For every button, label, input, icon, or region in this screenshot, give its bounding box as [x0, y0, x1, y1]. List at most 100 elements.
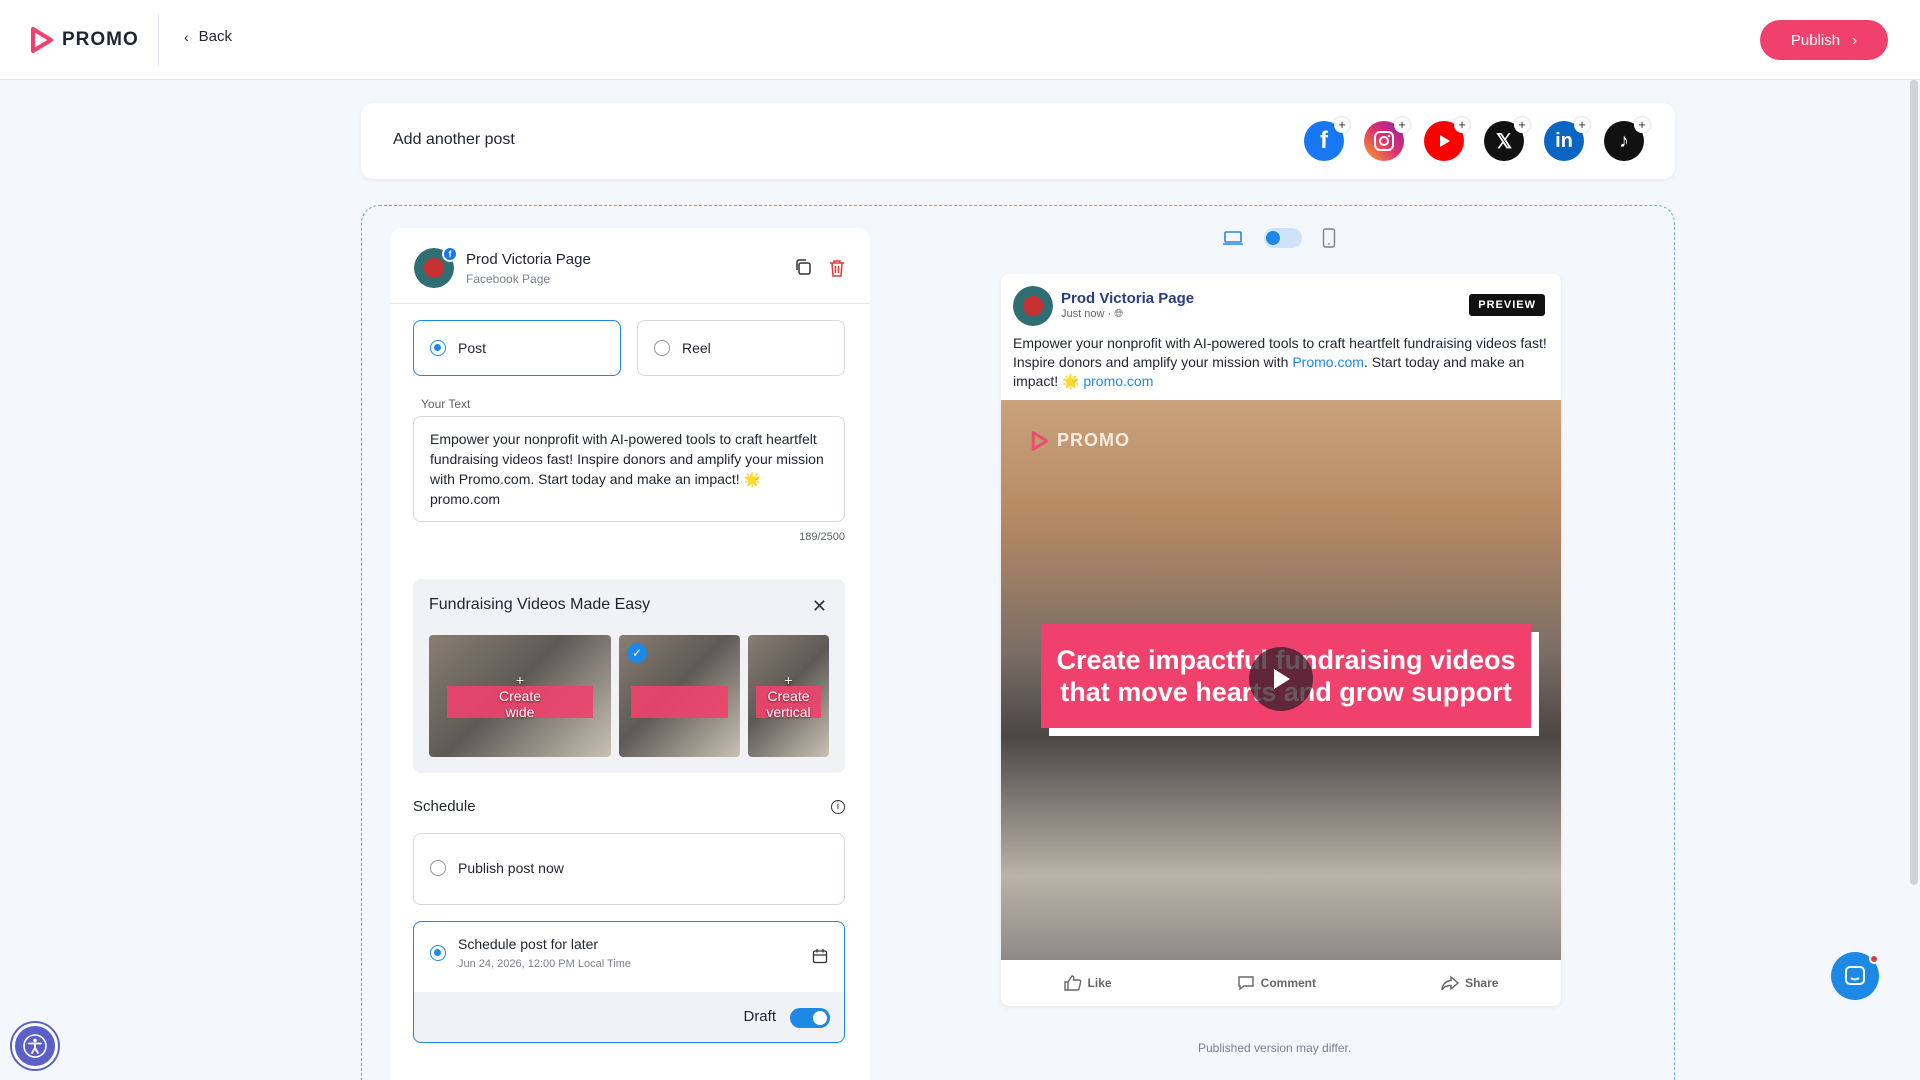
char-counter: 189/2500: [799, 531, 845, 543]
device-switch[interactable]: [1264, 228, 1302, 248]
plus-icon: +: [515, 672, 525, 688]
close-icon[interactable]: ✕: [812, 596, 827, 617]
video-logo: PROMO: [1031, 430, 1130, 451]
preview-device-toggle: [1222, 228, 1336, 248]
accessibility-icon: [23, 1034, 47, 1058]
preview-link-promo-lower[interactable]: promo.com: [1083, 373, 1153, 389]
promo-watermark-icon: [1031, 430, 1049, 451]
thumbnail-square[interactable]: ✓: [619, 635, 740, 757]
share-button[interactable]: Share: [1441, 975, 1498, 991]
video-logo-text: PROMO: [1057, 430, 1131, 450]
preview-disclaimer: Published version may differ.: [1198, 1041, 1352, 1055]
your-text-label: Your Text: [421, 397, 471, 411]
back-label: Back: [198, 28, 233, 45]
preview-link-promo[interactable]: Promo.com: [1292, 354, 1364, 370]
plus-icon: +: [784, 672, 793, 688]
calendar-icon[interactable]: [812, 948, 828, 964]
mobile-icon[interactable]: [1322, 228, 1336, 248]
post-type-post[interactable]: Post: [413, 320, 621, 376]
add-another-post-title: Add another post: [393, 131, 515, 148]
create-wide-overlay: + Create wide: [429, 635, 611, 757]
schedule-datetime: Jun 24, 2026, 12:00 PM Local Time: [458, 958, 632, 970]
youtube-icon[interactable]: +: [1424, 117, 1470, 161]
chevron-left-icon: ‹: [184, 28, 189, 45]
draft-toggle[interactable]: [790, 1008, 830, 1028]
media-section: Fundraising Videos Made Easy ✕ + Create …: [413, 579, 845, 773]
radio-selected[interactable]: [430, 945, 446, 961]
notification-dot: [1869, 954, 1879, 964]
preview-page-name: Prod Victoria Page: [1061, 290, 1195, 307]
preview-video[interactable]: PROMO Create impactful fundraising video…: [1001, 400, 1561, 960]
schedule-label: Schedule: [413, 798, 476, 815]
logo-text: PROMO: [62, 29, 139, 50]
schedule-later-option[interactable]: Schedule post for later Jun 24, 2026, 12…: [413, 921, 845, 1043]
radio-selected[interactable]: [430, 340, 446, 356]
schedule-later-label: Schedule post for later: [458, 936, 599, 952]
delete-icon[interactable]: [828, 258, 846, 278]
like-icon: [1063, 975, 1081, 991]
publish-now-option[interactable]: Publish post now: [413, 833, 845, 905]
facebook-badge-icon: f: [442, 246, 458, 262]
chevron-right-icon: ›: [1852, 31, 1858, 49]
linkedin-icon[interactable]: in +: [1544, 117, 1590, 161]
play-button[interactable]: [1249, 647, 1313, 711]
accessibility-button[interactable]: [12, 1023, 58, 1069]
divider: [390, 303, 870, 304]
add-another-post-card: Add another post f + + + 𝕏 + in + ♪ +: [361, 103, 1675, 179]
instagram-icon[interactable]: +: [1364, 117, 1410, 161]
info-icon[interactable]: i: [831, 800, 845, 814]
publish-now-row: Publish post now: [430, 860, 564, 876]
create-wide-line2: wide: [505, 704, 535, 720]
radio-unselected[interactable]: [654, 340, 670, 356]
like-button[interactable]: Like: [1063, 975, 1112, 991]
page-scrollbar[interactable]: [1910, 80, 1918, 885]
media-title: Fundraising Videos Made Easy: [429, 596, 651, 613]
preview-avatar: [1013, 286, 1053, 326]
comment-button[interactable]: Comment: [1237, 975, 1316, 991]
comment-label: Comment: [1260, 976, 1316, 990]
draft-label: Draft: [743, 1008, 776, 1025]
preview-badge: PREVIEW: [1469, 294, 1545, 316]
account-name: Prod Victoria Page: [466, 250, 591, 268]
tiktok-icon[interactable]: ♪ +: [1604, 117, 1650, 161]
like-label: Like: [1087, 976, 1112, 990]
create-vertical-overlay: + Create vertical: [748, 635, 829, 757]
checkmark-icon: ✓: [627, 643, 647, 663]
preview-actions: Like Comment Share: [1001, 960, 1561, 1006]
play-icon: [1274, 669, 1290, 689]
top-bar: PROMO ‹ Back Publish ›: [0, 0, 1920, 80]
comment-icon: [1237, 976, 1254, 991]
account-type: Facebook Page: [466, 271, 551, 286]
globe-icon: 🌐︎: [1114, 308, 1124, 320]
post-type-label: Reel: [682, 340, 711, 356]
back-button[interactable]: ‹ Back: [184, 28, 232, 45]
header-divider: [158, 14, 159, 66]
preview-time: Just now · 🌐︎: [1061, 308, 1123, 321]
chat-support-button[interactable]: [1831, 952, 1879, 1000]
desktop-icon[interactable]: [1222, 230, 1244, 246]
chat-icon: [1845, 966, 1865, 985]
post-editor-panel: f Prod Victoria Page Facebook Page Post …: [390, 228, 870, 1080]
radio-unselected[interactable]: [430, 860, 446, 876]
share-icon: [1441, 975, 1460, 991]
promo-logo[interactable]: PROMO: [30, 27, 139, 53]
account-avatar: f: [414, 246, 458, 288]
duplicate-icon[interactable]: [794, 258, 812, 276]
schedule-later-row: Schedule post for later Jun 24, 2026, 12…: [430, 936, 631, 970]
post-type-label: Post: [458, 340, 487, 356]
thumbnail-wide[interactable]: + Create wide: [429, 635, 611, 757]
post-type-reel[interactable]: Reel: [637, 320, 845, 376]
preview-text: Empower your nonprofit with AI-powered t…: [1013, 334, 1549, 391]
plus-icon: +: [1514, 117, 1530, 133]
facebook-icon[interactable]: f +: [1304, 117, 1350, 161]
thumbnail-vertical[interactable]: + Create vertical: [748, 635, 829, 757]
publish-label: Publish: [1790, 31, 1841, 49]
account-header: f Prod Victoria Page Facebook Page: [414, 246, 591, 288]
draft-area: Draft: [414, 992, 844, 1042]
youtube-play-icon: [1440, 135, 1450, 147]
post-text-input[interactable]: Empower your nonprofit with AI-powered t…: [413, 416, 845, 522]
x-icon[interactable]: 𝕏 +: [1484, 117, 1530, 161]
publish-button[interactable]: Publish ›: [1760, 20, 1888, 60]
create-wide-line1: Create: [498, 688, 542, 704]
create-vertical-line2: vertical: [766, 704, 811, 720]
